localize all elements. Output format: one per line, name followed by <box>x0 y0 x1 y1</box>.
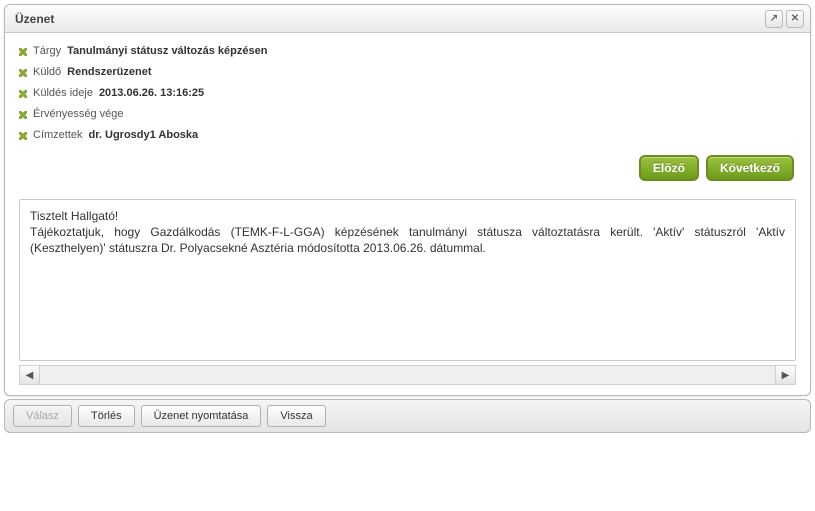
nav-buttons: Előző Következő <box>19 155 796 181</box>
meta-value: dr. Ugrosdy1 Aboska <box>89 129 199 141</box>
scroll-right-icon[interactable]: ▶ <box>775 366 795 384</box>
bullet-icon <box>19 48 27 56</box>
dialog-footer: Válasz Törlés Üzenet nyomtatása Vissza <box>4 399 811 433</box>
bullet-icon <box>19 69 27 77</box>
message-greeting: Tisztelt Hallgató! <box>30 208 785 224</box>
meta-recipients: Címzettek dr. Ugrosdy1 Aboska <box>19 129 796 141</box>
bullet-icon <box>19 132 27 140</box>
meta-value: Rendszerüzenet <box>67 66 151 78</box>
meta-value: 2013.06.26. 13:16:25 <box>99 87 204 99</box>
horizontal-scrollbar[interactable]: ◀ ▶ <box>19 365 796 385</box>
message-body-panel: Tisztelt Hallgató! Tájékoztatjuk, hogy G… <box>19 199 796 361</box>
meta-validity: Érvényesség vége <box>19 108 796 120</box>
meta-list: Tárgy Tanulmányi státusz változás képzés… <box>19 45 796 141</box>
dialog-titlebar: Üzenet ↗ ✕ <box>5 5 810 33</box>
dialog-content: Tárgy Tanulmányi státusz változás képzés… <box>5 33 810 395</box>
scroll-track[interactable] <box>40 366 775 384</box>
prev-button[interactable]: Előző <box>639 155 699 181</box>
back-button[interactable]: Vissza <box>267 405 325 427</box>
maximize-icon[interactable]: ↗ <box>765 10 783 28</box>
meta-label: Küldés ideje <box>33 87 93 99</box>
bullet-icon <box>19 111 27 119</box>
message-dialog: Üzenet ↗ ✕ Tárgy Tanulmányi státusz vált… <box>4 4 811 396</box>
message-body: Tisztelt Hallgató! Tájékoztatjuk, hogy G… <box>20 200 795 360</box>
dialog-title: Üzenet <box>15 12 762 26</box>
meta-label: Tárgy <box>33 45 61 57</box>
bullet-icon <box>19 90 27 98</box>
delete-button[interactable]: Törlés <box>78 405 135 427</box>
meta-value: Tanulmányi státusz változás képzésen <box>67 45 267 57</box>
print-button[interactable]: Üzenet nyomtatása <box>141 405 262 427</box>
next-button[interactable]: Következő <box>706 155 794 181</box>
meta-label: Címzettek <box>33 129 83 141</box>
reply-button[interactable]: Válasz <box>13 405 72 427</box>
close-icon[interactable]: ✕ <box>786 10 804 28</box>
meta-subject: Tárgy Tanulmányi státusz változás képzés… <box>19 45 796 57</box>
meta-sender: Küldő Rendszerüzenet <box>19 66 796 78</box>
meta-label: Érvényesség vége <box>33 108 124 120</box>
scroll-left-icon[interactable]: ◀ <box>20 366 40 384</box>
meta-sent: Küldés ideje 2013.06.26. 13:16:25 <box>19 87 796 99</box>
meta-label: Küldő <box>33 66 61 78</box>
message-text: Tájékoztatjuk, hogy Gazdálkodás (TEMK-F-… <box>30 224 785 256</box>
